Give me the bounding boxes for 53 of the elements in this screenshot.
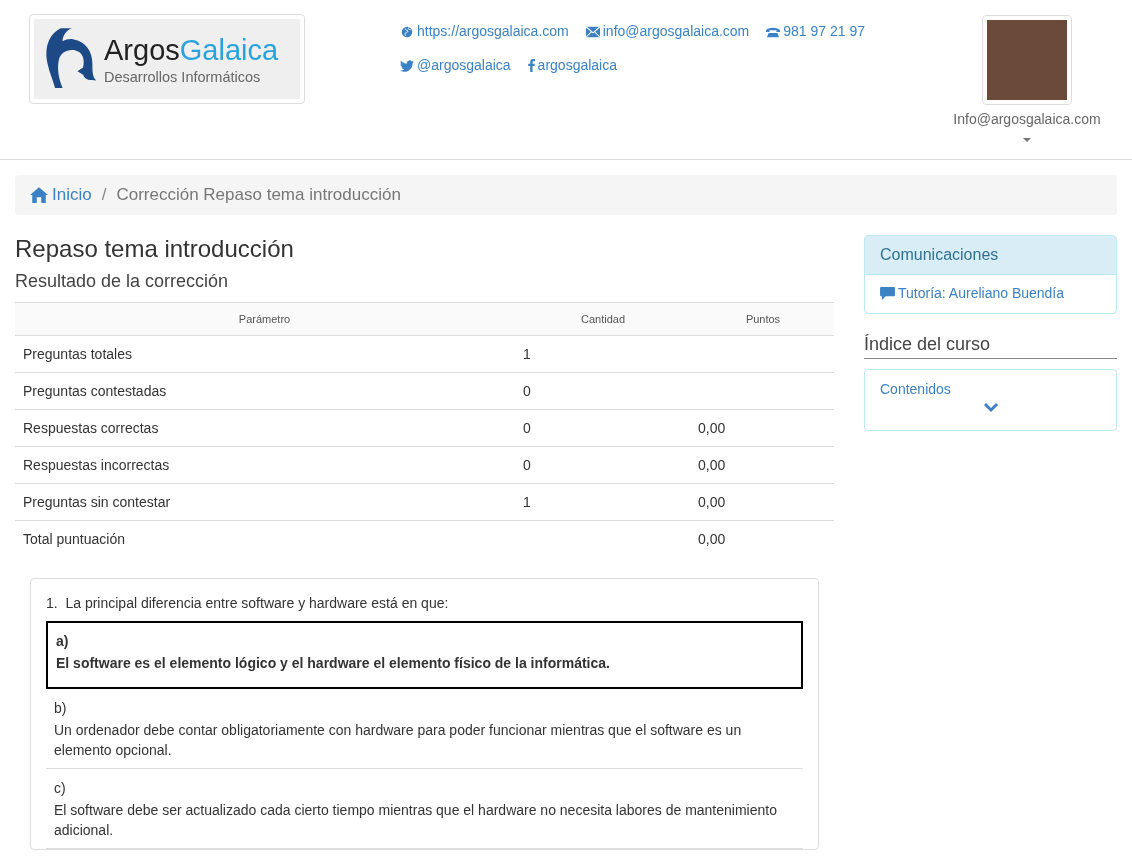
company-logo[interactable]: ArgosGalaica Desarrollos Informáticos bbox=[29, 14, 305, 104]
logo-name: Argos bbox=[104, 34, 180, 66]
globe-icon bbox=[400, 25, 414, 38]
option-letter: b) bbox=[54, 699, 68, 718]
speech-bubble-icon bbox=[880, 286, 895, 300]
table-cell: 0,00 bbox=[698, 494, 726, 510]
user-name[interactable]: Info@argosgalaica.com bbox=[953, 111, 1101, 127]
caret-icon[interactable] bbox=[1023, 138, 1031, 142]
breadcrumb-separator: / bbox=[101, 185, 107, 205]
table-cell: 1 bbox=[523, 346, 531, 362]
option-text: El software es el elemento lógico y el hardware el elemento físico de la informática. bbox=[56, 654, 611, 673]
home-icon bbox=[30, 187, 48, 203]
table-cell: 0 bbox=[523, 383, 531, 399]
section-heading: Índice del curso bbox=[864, 333, 1117, 359]
logo-tagline: Desarrollos Informáticos bbox=[104, 69, 262, 85]
page-title: Repaso tema introducción bbox=[15, 235, 295, 263]
table-cell: Preguntas totales bbox=[23, 346, 132, 362]
contact-link[interactable]: 981 97 21 97 bbox=[766, 23, 865, 40]
option-letter: a) bbox=[56, 632, 70, 651]
table-cell: 1 bbox=[523, 494, 531, 510]
table-cell: 0 bbox=[523, 420, 531, 436]
contact-link[interactable]: info@argosgalaica.com bbox=[585, 23, 750, 40]
option-text: Un ordenador debe contar obligatoriamente con hardware para poder funcionar mientras que el software es un elemento opcional. bbox=[54, 721, 743, 760]
column-header: Puntos bbox=[692, 302, 834, 336]
table-cell: Preguntas sin contestar bbox=[23, 494, 171, 510]
column-header: Parámetro bbox=[15, 302, 514, 336]
table-cell: Respuestas correctas bbox=[23, 420, 159, 436]
table-cell: 0,00 bbox=[698, 531, 726, 547]
bird-icon bbox=[400, 59, 414, 72]
tutoring-link[interactable]: Tutoría: Aureliano Buendía bbox=[880, 285, 1065, 301]
table-cell: 0,00 bbox=[698, 420, 726, 436]
contact-link[interactable]: argosgalaica bbox=[527, 57, 617, 74]
question-text: 1. La principal diferencia entre software y hardware está en que: bbox=[46, 595, 450, 611]
table-cell: Respuestas incorrectas bbox=[23, 457, 170, 473]
table-cell: 0,00 bbox=[698, 457, 726, 473]
contents-link[interactable]: Contenidos bbox=[880, 380, 1101, 397]
envelope-icon bbox=[585, 25, 600, 38]
column-header: Cantidad bbox=[514, 302, 692, 336]
breadcrumb-current: Corrección Repaso tema introducción bbox=[116, 185, 401, 205]
table-cell: 0 bbox=[523, 457, 531, 473]
logo-name: Galaica bbox=[179, 34, 279, 66]
option-text: El software debe ser actualizado cada cierto tiempo mientras que el hardware no necesita labores de mantenimiento adicional. bbox=[54, 801, 778, 840]
chevron-icon[interactable] bbox=[983, 402, 998, 412]
section-subtitle: Resultado de la corrección bbox=[15, 271, 230, 292]
table-cell: Preguntas contestadas bbox=[23, 383, 167, 399]
contact-link[interactable]: https://argosgalaica.com bbox=[400, 23, 569, 40]
panel-title: Comunicaciones bbox=[880, 246, 999, 263]
letter-f-icon bbox=[527, 59, 535, 72]
table-cell: Total puntuación bbox=[23, 531, 125, 547]
phone-icon bbox=[766, 25, 781, 38]
contact-link[interactable]: @argosgalaica bbox=[400, 57, 511, 74]
option-letter: c) bbox=[54, 779, 67, 798]
breadcrumb-link[interactable]: Inicio bbox=[30, 185, 92, 205]
